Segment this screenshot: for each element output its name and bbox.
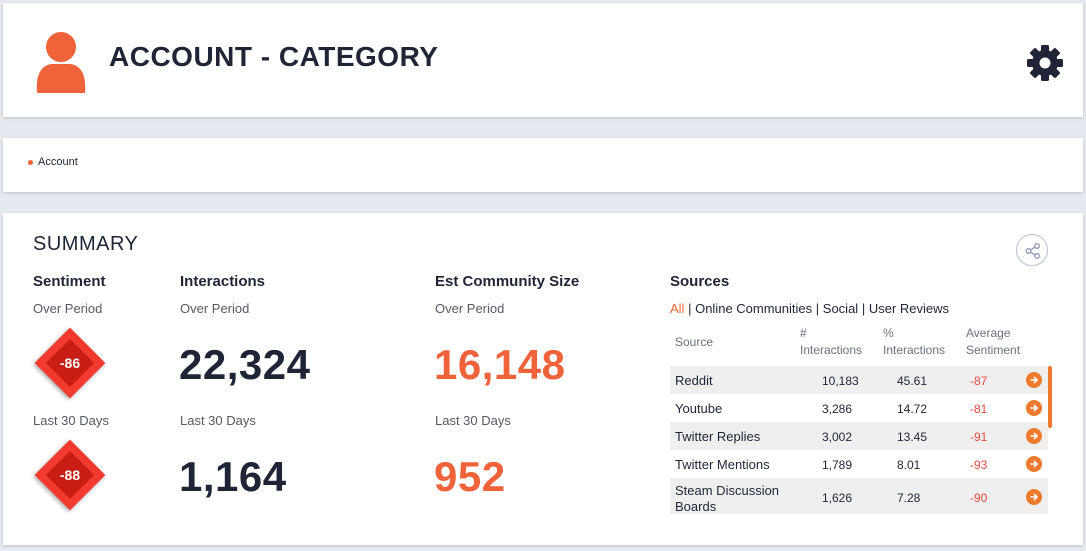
share-icon xyxy=(1025,243,1040,259)
breadcrumb: Account xyxy=(3,138,1083,192)
cell-interactions: 3,286 xyxy=(822,402,853,416)
col-header-sentiment-line2: Sentiment xyxy=(966,343,1021,357)
filter-online-communities[interactable]: Online Communities xyxy=(695,301,812,316)
cell-source: Twitter Replies xyxy=(675,429,761,444)
sources-table: Reddit 10,183 45.61 -87 Youtube 3,286 14… xyxy=(670,366,1048,514)
gear-icon[interactable] xyxy=(1025,43,1065,83)
table-row[interactable]: Twitter Mentions 1,789 8.01 -93 xyxy=(670,450,1048,478)
sentiment-period-label: Over Period xyxy=(33,301,103,316)
user-icon xyxy=(36,32,86,93)
cell-interactions: 1,789 xyxy=(822,458,853,472)
cell-pct: 45.61 xyxy=(897,374,928,388)
col-header-pct: % Interactions xyxy=(883,325,945,359)
arrow-right-icon[interactable] xyxy=(1026,372,1042,388)
interactions-period-value: 22,324 xyxy=(179,341,311,388)
page-header: ACCOUNT - CATEGORY xyxy=(3,3,1083,117)
col-header-interactions-line1: # xyxy=(800,326,807,340)
cell-sentiment: -91 xyxy=(970,430,988,444)
arrow-right-icon[interactable] xyxy=(1026,489,1042,505)
breadcrumb-item-account[interactable]: Account xyxy=(38,156,78,168)
col-header-interactions-line2: Interactions xyxy=(800,343,863,357)
col-header-sentiment-line1: Average xyxy=(966,326,1011,340)
filter-all[interactable]: All xyxy=(670,301,684,316)
filter-social[interactable]: Social xyxy=(823,301,858,316)
interactions-heading: Interactions xyxy=(180,273,266,290)
table-row[interactable]: Reddit 10,183 45.61 -87 xyxy=(670,366,1048,394)
table-row[interactable]: Twitter Replies 3,002 13.45 -91 xyxy=(670,422,1048,450)
interactions-last30-label: Last 30 Days xyxy=(180,413,256,428)
table-row[interactable]: Youtube 3,286 14.72 -81 xyxy=(670,394,1048,422)
cell-source: Steam Discussion Boards xyxy=(675,483,780,514)
cell-sentiment: -87 xyxy=(970,374,988,388)
sentiment-last30-value: -88 xyxy=(59,467,81,483)
cell-source: Reddit xyxy=(675,373,713,388)
col-header-source: Source xyxy=(675,335,714,349)
interactions-last30-value: 1,164 xyxy=(179,453,287,500)
summary-panel: SUMMARY Sentiment Over Period -86 Last 3… xyxy=(3,213,1083,545)
filter-user-reviews[interactable]: User Reviews xyxy=(869,301,949,316)
table-row[interactable]: Steam Discussion Boards 1,626 7.28 -90 xyxy=(670,478,1048,514)
summary-title: SUMMARY xyxy=(33,233,139,255)
cell-sentiment: -93 xyxy=(970,458,988,472)
col-header-pct-line1: % xyxy=(883,326,894,340)
sources-scrollbar[interactable] xyxy=(1048,366,1052,428)
arrow-right-icon[interactable] xyxy=(1026,456,1042,472)
filter-separator: | xyxy=(815,301,820,316)
sentiment-last30-label: Last 30 Days xyxy=(33,413,109,428)
cell-pct: 14.72 xyxy=(897,402,928,416)
page-title: ACCOUNT - CATEGORY xyxy=(109,41,439,72)
sentiment-period-badge: -86 xyxy=(34,327,106,399)
sources-filter-bar: All | Online Communities | Social | User… xyxy=(670,301,949,316)
community-last30-value: 952 xyxy=(434,453,506,500)
community-last30-label: Last 30 Days xyxy=(435,413,511,428)
sentiment-period-value: -86 xyxy=(59,355,81,371)
cell-interactions: 10,183 xyxy=(822,374,859,388)
col-header-interactions: # Interactions xyxy=(800,325,862,359)
cell-interactions: 1,626 xyxy=(822,491,853,505)
col-header-pct-line2: Interactions xyxy=(883,343,946,357)
community-heading: Est Community Size xyxy=(435,273,580,290)
sentiment-last30-badge: -88 xyxy=(34,439,106,511)
cell-pct: 8.01 xyxy=(897,458,921,472)
arrow-right-icon[interactable] xyxy=(1026,428,1042,444)
community-period-value: 16,148 xyxy=(434,341,566,388)
filter-separator: | xyxy=(688,301,692,316)
sources-heading: Sources xyxy=(670,273,730,290)
interactions-period-label: Over Period xyxy=(180,301,250,316)
cell-pct: 7.28 xyxy=(897,491,921,505)
arrow-right-icon[interactable] xyxy=(1026,400,1042,416)
cell-sentiment: -81 xyxy=(970,402,988,416)
sentiment-heading: Sentiment xyxy=(33,273,106,290)
cell-sentiment: -90 xyxy=(970,491,988,505)
community-period-label: Over Period xyxy=(435,301,505,316)
cell-interactions: 3,002 xyxy=(822,430,853,444)
breadcrumb-bullet xyxy=(28,160,33,165)
col-header-sentiment: Average Sentiment xyxy=(966,325,1020,359)
share-button[interactable] xyxy=(1016,234,1048,266)
cell-source: Youtube xyxy=(675,401,723,416)
cell-pct: 13.45 xyxy=(897,430,928,444)
cell-source: Twitter Mentions xyxy=(675,457,770,472)
filter-separator: | xyxy=(861,301,866,316)
